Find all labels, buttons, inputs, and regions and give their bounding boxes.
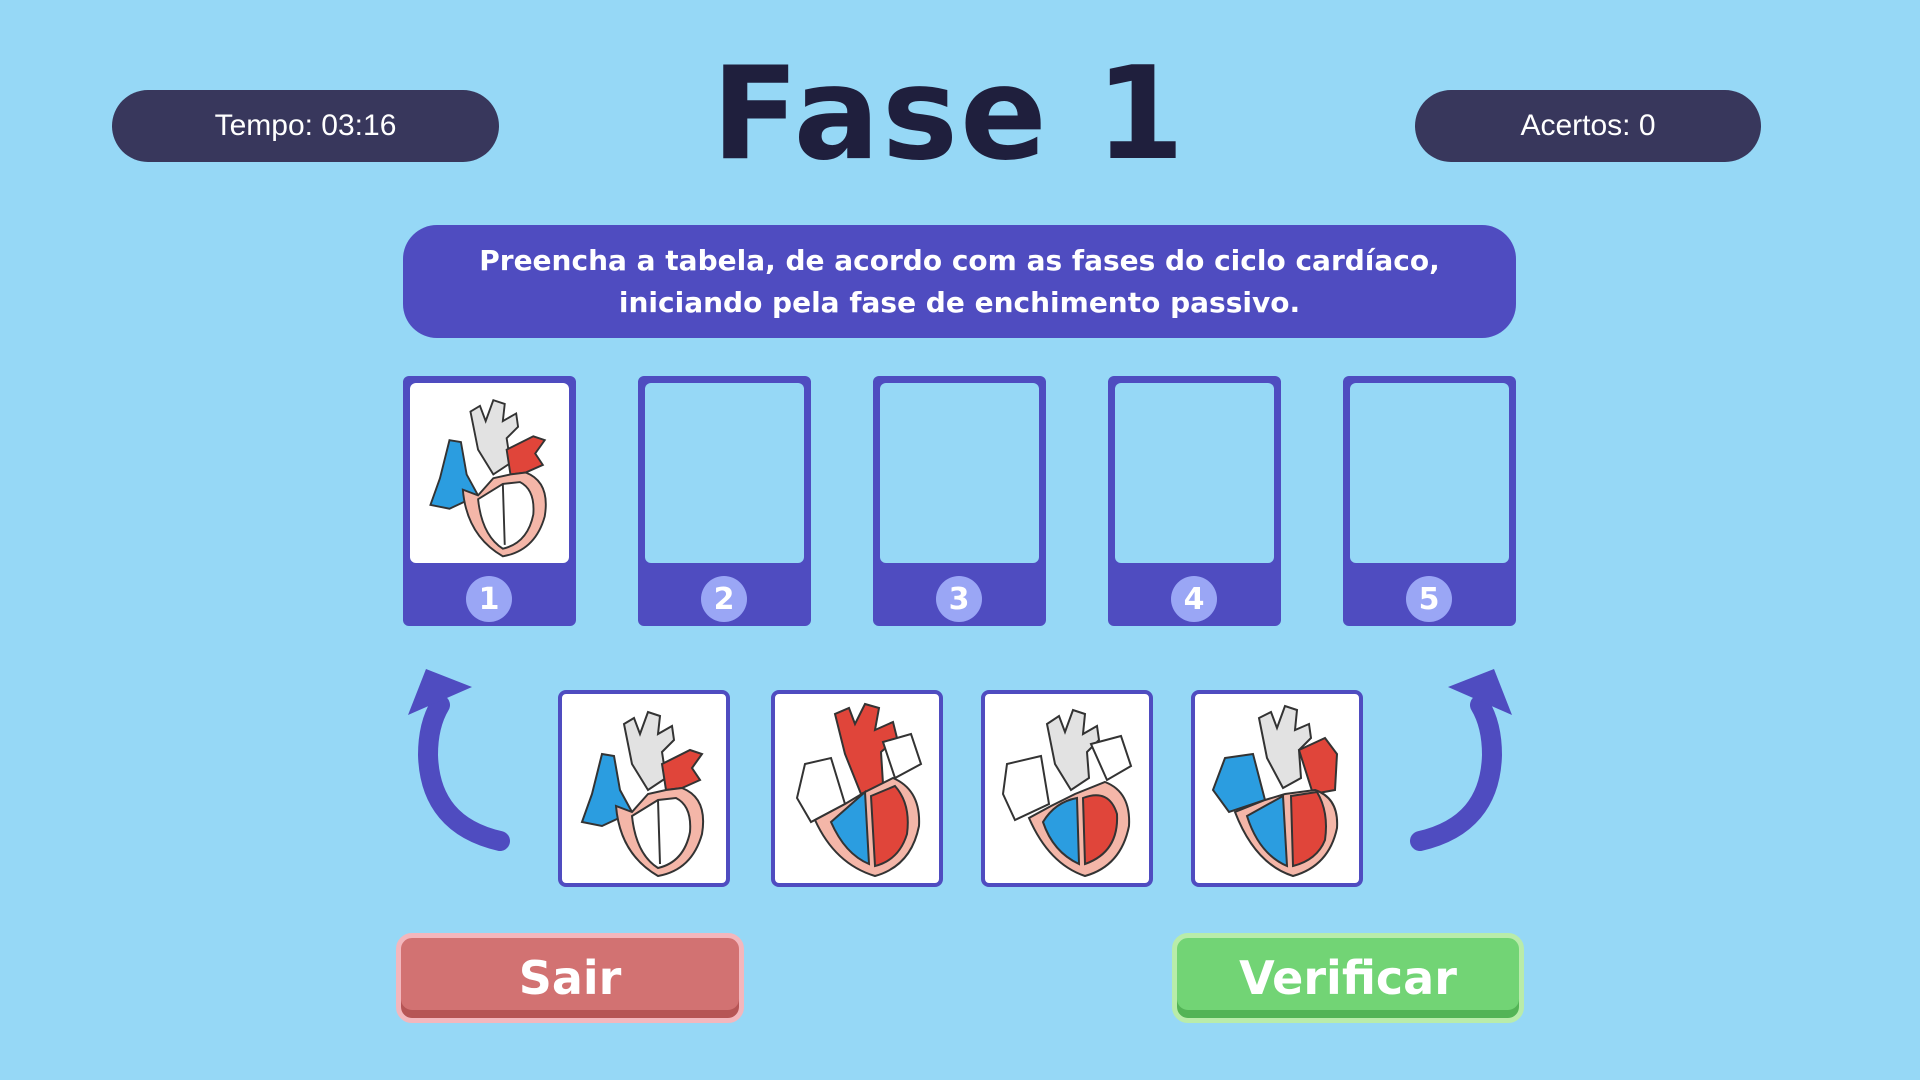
- answer-slot-4[interactable]: 4: [1108, 376, 1281, 626]
- heart-isovolumetric-icon: [1002, 709, 1132, 877]
- heart-passive-filling-icon: [581, 711, 705, 877]
- slot-2-drop-area[interactable]: [645, 383, 804, 563]
- curved-arrow-right-icon: [1410, 669, 1512, 851]
- verify-button-label: Verificar: [1239, 951, 1457, 1005]
- instruction-line-1: Preencha a tabela, de acordo com as fase…: [479, 243, 1440, 277]
- slot-number-badge: 1: [466, 576, 512, 622]
- slot-3-drop-area[interactable]: [880, 383, 1039, 563]
- score-display: Acertos: 0: [1415, 90, 1761, 162]
- heart-card-1[interactable]: [558, 690, 730, 887]
- score-text: Acertos: 0: [1520, 109, 1656, 142]
- answer-slot-3[interactable]: 3: [873, 376, 1046, 626]
- curved-arrow-left-icon: [408, 669, 510, 851]
- slot-5-drop-area[interactable]: [1350, 383, 1509, 563]
- slot-1-drop-area[interactable]: [410, 383, 569, 563]
- slot-number-badge: 3: [936, 576, 982, 622]
- instruction-banner: Preencha a tabela, de acordo com as fase…: [403, 225, 1516, 338]
- answer-slot-5[interactable]: 5: [1343, 376, 1516, 626]
- exit-button-label: Sair: [518, 951, 622, 1005]
- exit-button[interactable]: Sair: [396, 933, 744, 1023]
- answer-slot-1[interactable]: 1: [403, 376, 576, 626]
- answer-slot-2[interactable]: 2: [638, 376, 811, 626]
- heart-atrial-contraction-icon: [1212, 705, 1339, 877]
- verify-button[interactable]: Verificar: [1172, 933, 1524, 1023]
- heart-card-3[interactable]: [981, 690, 1153, 887]
- slot-number-badge: 4: [1171, 576, 1217, 622]
- instruction-line-2: iniciando pela fase de enchimento passiv…: [618, 285, 1301, 319]
- slot-number-badge: 5: [1406, 576, 1452, 622]
- slot-number-badge: 2: [701, 576, 747, 622]
- heart-card-2[interactable]: [771, 690, 943, 887]
- heart-passive-filling-icon: [429, 399, 547, 558]
- slot-4-drop-area[interactable]: [1115, 383, 1274, 563]
- heart-card-4[interactable]: [1191, 690, 1363, 887]
- heart-ejection-icon: [796, 703, 922, 877]
